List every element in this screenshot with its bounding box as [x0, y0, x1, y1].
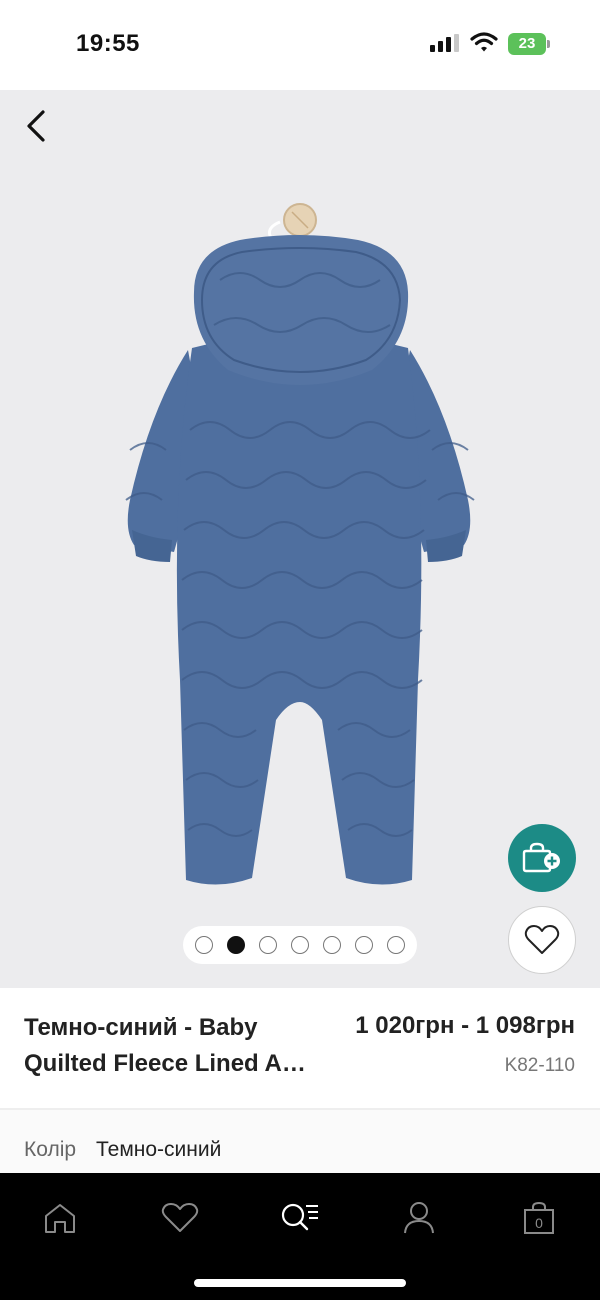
status-bar: 19:55 23	[0, 0, 600, 90]
heart-icon	[524, 925, 560, 954]
bag-count: 0	[535, 1215, 543, 1231]
nav-home[interactable]	[30, 1193, 90, 1243]
colour-row[interactable]: Колір Темно-синий	[0, 1110, 600, 1174]
wifi-icon	[470, 32, 498, 52]
home-icon	[45, 1204, 75, 1233]
image-pager	[183, 926, 417, 964]
user-icon	[404, 1202, 434, 1234]
product-image-gallery[interactable]	[0, 90, 600, 988]
pager-dot[interactable]	[291, 936, 309, 954]
bottom-navigation: 0	[0, 1173, 600, 1300]
cellular-signal-icon	[430, 34, 459, 52]
colour-label: Колір	[24, 1138, 77, 1161]
heart-icon	[161, 1203, 199, 1232]
nav-account[interactable]	[389, 1193, 449, 1243]
bag-icon: 0	[524, 1201, 554, 1234]
chevron-left-icon	[27, 110, 45, 142]
product-sku: K82-110	[504, 1055, 575, 1076]
nav-search[interactable]	[270, 1193, 330, 1243]
pager-dot[interactable]	[323, 936, 341, 954]
bag-plus-icon	[522, 842, 560, 873]
pager-dot[interactable]	[259, 936, 277, 954]
colour-value: Темно-синий	[96, 1138, 222, 1161]
nav-favourites[interactable]	[150, 1193, 210, 1243]
product-title-line-2: Quilted Fleece Lined A…	[24, 1050, 306, 1077]
battery-indicator: 23	[508, 33, 550, 55]
home-indicator[interactable]	[194, 1279, 406, 1287]
product-price: 1 020грн - 1 098грн	[355, 1012, 575, 1039]
pager-dot[interactable]	[387, 936, 405, 954]
pager-dot[interactable]	[227, 936, 245, 954]
status-time: 19:55	[76, 30, 140, 57]
wishlist-button[interactable]	[508, 906, 576, 974]
product-title: Темно-синий - Baby Quilted Fleece Lined …	[24, 1010, 334, 1082]
pager-dot[interactable]	[355, 936, 373, 954]
product-title-line-1: Темно-синий - Baby	[24, 1014, 258, 1041]
product-info: Темно-синий - Baby Quilted Fleece Lined …	[0, 988, 600, 1108]
nav-bag[interactable]: 0	[509, 1193, 569, 1243]
pager-dot[interactable]	[195, 936, 213, 954]
back-button[interactable]	[16, 104, 56, 148]
search-icon	[281, 1203, 318, 1231]
battery-level: 23	[508, 33, 546, 55]
add-to-bag-button[interactable]	[508, 824, 576, 892]
product-photo-snowsuit	[125, 203, 475, 885]
battery-cap	[547, 40, 550, 48]
